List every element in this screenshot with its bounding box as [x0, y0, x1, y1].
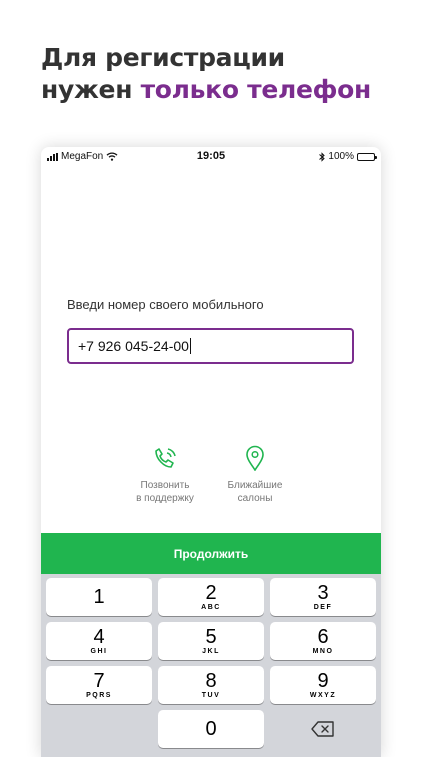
phone-call-icon [155, 448, 176, 468]
nearest-stores-line-1: Ближайшие [227, 480, 283, 491]
key-2-digit: 2 [205, 582, 217, 604]
key-7[interactable]: 7 PQRS [46, 666, 152, 704]
key-7-letters: PQRS [86, 692, 112, 699]
nearest-stores-button[interactable]: Ближайшие салоны [210, 445, 300, 505]
phone-prompt: Введи номер своего мобильного [67, 297, 264, 312]
call-support-line-1: Позвонить [140, 480, 190, 491]
battery-icon [357, 152, 377, 161]
text-caret [189, 338, 191, 354]
key-3[interactable]: 3 DEF [270, 578, 376, 616]
key-5-letters: JKL [202, 648, 220, 655]
headline-accent: только телефон [140, 75, 372, 104]
key-4[interactable]: 4 GHI [46, 622, 152, 660]
key-6-digit: 6 [317, 626, 329, 648]
battery-percent: 100% [328, 151, 354, 162]
promo-headline: Для регистрации нужен только телефон [41, 42, 371, 106]
call-support-button[interactable]: Позвонить в поддержку [120, 445, 210, 505]
nearest-stores-label: Ближайшие салоны [210, 479, 300, 505]
key-5[interactable]: 5 JKL [158, 622, 264, 660]
continue-button[interactable]: Продолжить [41, 533, 381, 574]
key-2-letters: ABC [201, 604, 221, 611]
phone-input[interactable]: +7 926 045-24-00 [67, 328, 354, 364]
key-5-digit: 5 [205, 626, 217, 648]
phone-value: +7 926 045-24-00 [78, 338, 189, 354]
nearest-stores-line-2: салоны [237, 493, 273, 504]
numeric-keypad: 1 2 ABC 3 DEF 4 GHI 5 JKL 6 MNO 7 PQRS 8 TUV 9W… [41, 574, 381, 757]
backspace-icon [311, 721, 334, 737]
key-8[interactable]: 8 TUV [158, 666, 264, 704]
headline-line-1: Для регистрации [41, 43, 285, 72]
key-8-letters: TUV [201, 692, 221, 699]
key-9[interactable]: 9 WXYZ [270, 666, 376, 704]
status-right: 100% [319, 151, 377, 162]
call-support-line-2: в поддержку [136, 493, 194, 504]
bluetooth-icon [319, 151, 326, 162]
status-bar: MegaFon 19:05 100% [41, 147, 381, 165]
key-9-digit: 9 [317, 670, 329, 692]
key-1-digit: 1 [93, 586, 105, 608]
map-pin-icon [246, 445, 264, 472]
key-3-letters: DEF [313, 604, 333, 611]
key-0-digit: 0 [205, 718, 217, 740]
key-2[interactable]: 2 ABC [158, 578, 264, 616]
phone-screen: MegaFon 19:05 100% Введи номер своего мо… [41, 147, 381, 757]
key-4-letters: GHI [90, 648, 108, 655]
headline-line-2: нужен только телефон [41, 74, 371, 106]
key-3-digit: 3 [317, 582, 329, 604]
key-4-digit: 4 [93, 626, 105, 648]
headline-plain: нужен [41, 75, 133, 104]
key-9-letters: WXYZ [309, 692, 337, 699]
key-7-digit: 7 [93, 670, 105, 692]
key-6-letters: MNO [312, 648, 334, 655]
key-6[interactable]: 6 MNO [270, 622, 376, 660]
key-8-digit: 8 [205, 670, 217, 692]
key-0[interactable]: 0 [158, 710, 264, 748]
call-support-label: Позвонить в поддержку [120, 479, 210, 505]
delete-key[interactable] [270, 710, 376, 748]
key-1[interactable]: 1 [46, 578, 152, 616]
